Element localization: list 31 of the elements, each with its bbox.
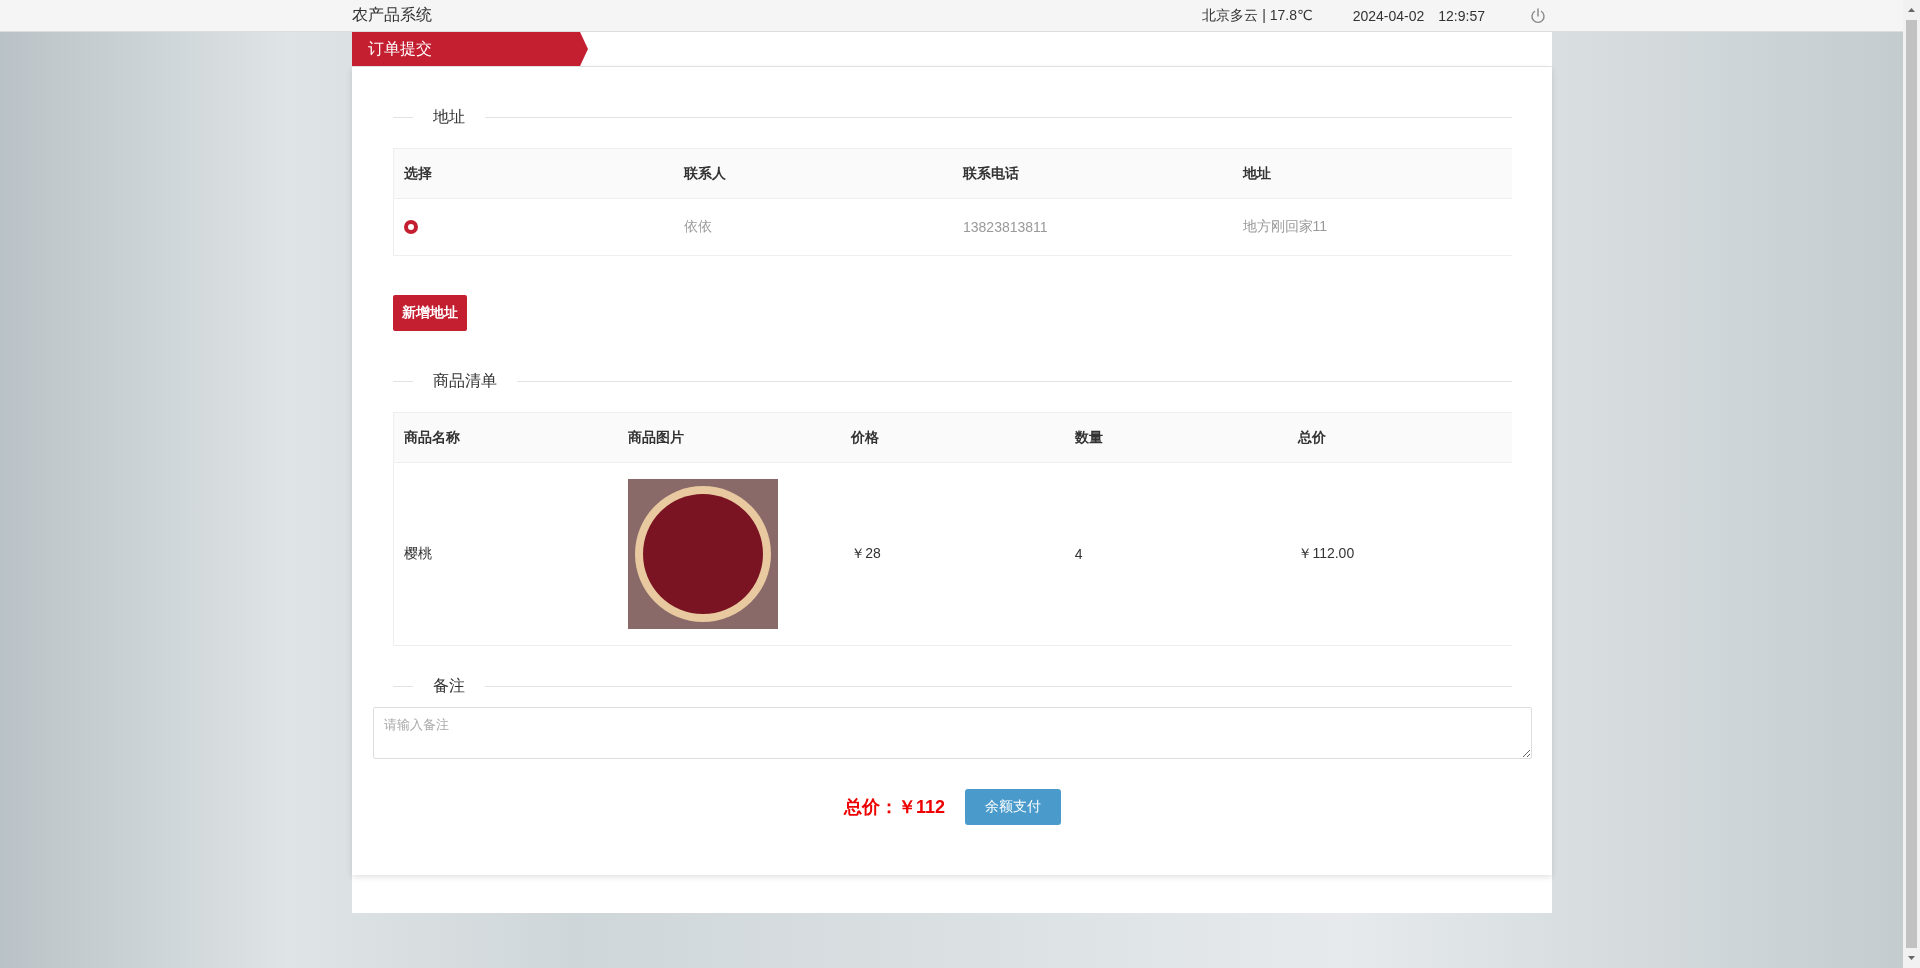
system-title: 农产品系统 <box>352 5 432 25</box>
table-cell-text: 依依 <box>682 217 713 236</box>
table-cell-text: 13823813811 <box>962 218 1049 237</box>
table-cell-text: ￥112.00 <box>1297 544 1356 563</box>
scrollbar[interactable] <box>1903 0 1920 968</box>
table-cell-text: 地方刚回家11 <box>1241 217 1329 236</box>
date-text: 2024-04-02 <box>1352 7 1425 24</box>
remark-field[interactable]: 请输入备注 <box>373 707 1532 759</box>
column-header: 选择 <box>394 149 674 199</box>
section-heading: 地址 <box>432 107 466 127</box>
table-cell-text: ￥28 <box>850 544 882 563</box>
order-submit-tab[interactable]: 订单提交 <box>352 32 588 66</box>
column-header: 价格 <box>841 413 1065 463</box>
section-heading: 商品清单 <box>432 371 498 391</box>
column-header: 联系电话 <box>953 149 1233 199</box>
add-address-button[interactable]: 新增地址 <box>393 295 467 331</box>
time-text: 12:9:57 <box>1438 7 1485 24</box>
radio-button[interactable] <box>404 220 418 234</box>
total-price: 总价：￥112 <box>843 796 945 819</box>
column-header: 商品名称 <box>394 413 618 463</box>
weather-text: 北京多云 | 17.8℃ <box>1202 6 1313 25</box>
table-cell-text: 4 <box>1073 545 1084 564</box>
section-heading: 备注 <box>432 676 466 696</box>
table-cell-text: 樱桃 <box>403 544 433 563</box>
column-header: 商品图片 <box>617 413 842 463</box>
balance-pay-button[interactable]: 余额支付 <box>965 789 1061 825</box>
power-icon[interactable] <box>1529 6 1547 25</box>
column-header: 地址 <box>1232 149 1512 199</box>
column-header: 总价 <box>1288 413 1512 463</box>
column-header: 联系人 <box>673 149 953 199</box>
column-header: 数量 <box>1064 413 1289 463</box>
